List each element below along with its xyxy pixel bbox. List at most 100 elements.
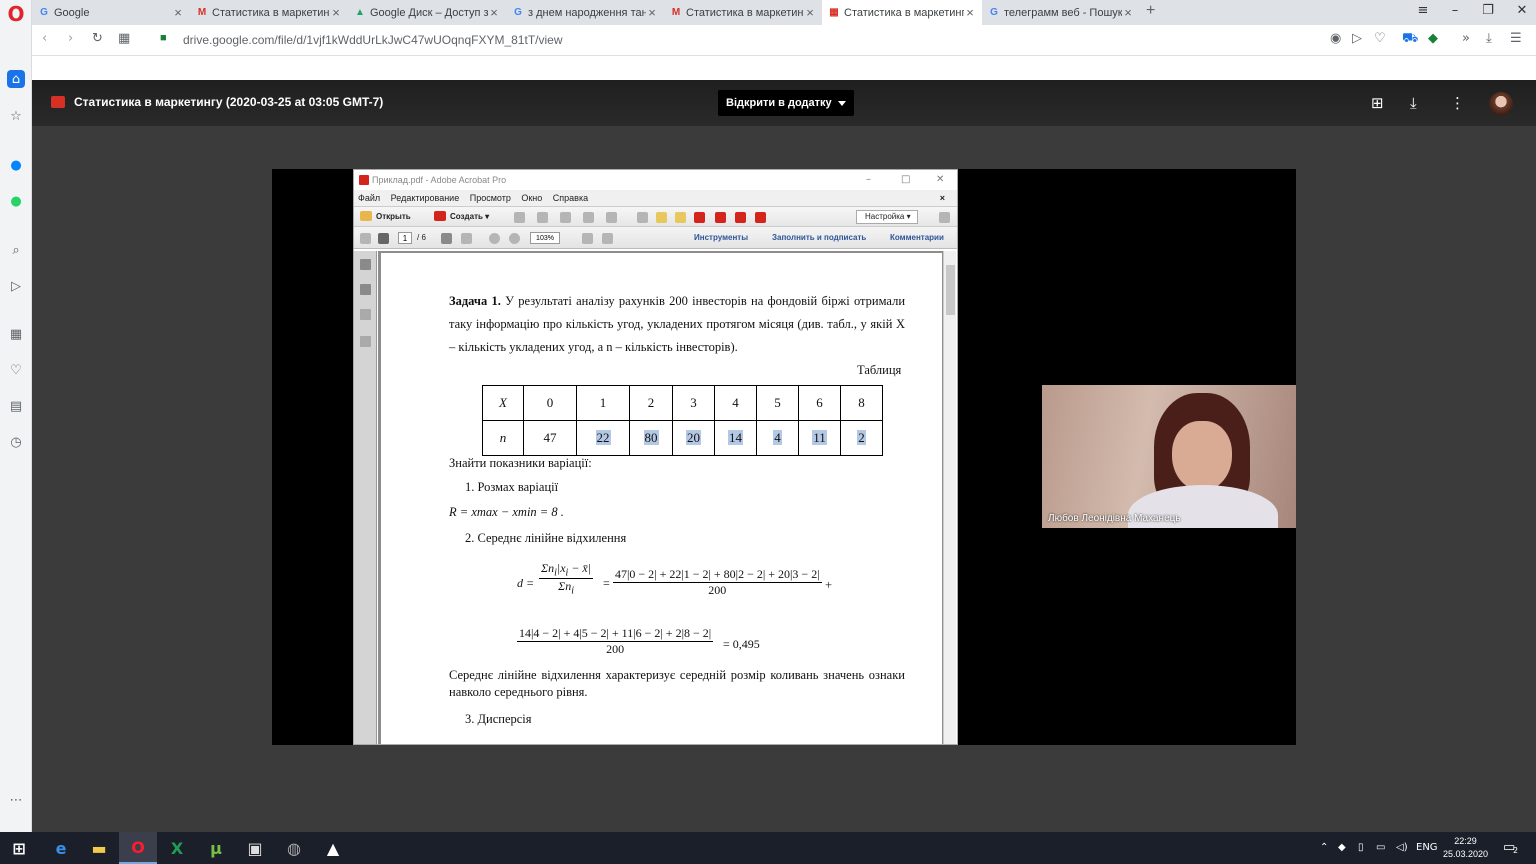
restore-button[interactable]: ❐ [1478,3,1498,18]
pages-icon[interactable] [360,259,371,270]
battery-icon[interactable]: ▯ [1358,842,1364,853]
edit-icon[interactable] [583,212,594,223]
cart-icon[interactable]: ⛟ [1402,31,1418,48]
close-icon[interactable]: × [964,5,976,20]
home-icon[interactable]: ⌂ [7,70,25,88]
start-icon[interactable]: ⊞ [0,832,38,864]
hand-tool-icon[interactable] [461,233,472,244]
history-icon[interactable]: ◷ [7,433,25,451]
menu-help[interactable]: Справка [553,193,588,203]
close-window-button[interactable]: ✕ [1512,3,1532,18]
app-icon[interactable]: ◍ [275,832,313,864]
network-icon[interactable]: ▭ [1376,842,1385,853]
menu-view[interactable]: Просмотр [470,193,511,203]
tray-chevron-icon[interactable]: ⌃ [1320,842,1328,853]
tab-google-2[interactable]: G з днем народження танц × [506,0,664,25]
tab-gmail-1[interactable]: M Статистика в маркетингу × [190,0,348,25]
download-icon[interactable]: ⤓ [1410,94,1417,112]
cloud-icon[interactable] [537,212,548,223]
extension-icon[interactable]: ◆ [1428,31,1438,46]
minimize-button[interactable]: – [1445,3,1465,18]
close-icon[interactable]: × [488,5,500,20]
page-down-icon[interactable] [378,233,389,244]
close-icon[interactable]: × [646,5,658,20]
stamp-icon[interactable] [675,212,686,223]
close-doc-icon[interactable]: × [940,190,945,206]
dropbox-icon[interactable]: ◆ [1338,842,1346,853]
apps-icon[interactable]: ▦ [7,325,25,343]
expand-icon[interactable] [939,212,950,223]
create-button[interactable]: Создать ▾ [434,211,489,221]
star-icon[interactable]: ☆ [7,107,25,125]
settings-dropdown[interactable]: Настройка ▾ [856,210,918,224]
reload-icon[interactable]: ↻ [92,31,103,46]
tools-link[interactable]: Инструменты [694,233,748,242]
add-to-drive-icon[interactable]: ⊞ [1371,94,1384,112]
more-icon[interactable]: ⋯ [7,791,25,809]
minimize-icon[interactable]: – [866,170,871,190]
menu-icon[interactable]: ☰ [1510,31,1522,46]
tab-google[interactable]: G Google × [32,0,190,25]
video-frame[interactable]: Приклад.pdf - Adobe Acrobat Pro – □ ✕ Фа… [272,169,1296,745]
menu-edit[interactable]: Редактирование [391,193,460,203]
whatsapp-icon[interactable]: ● [7,192,25,210]
page-number-input[interactable]: 1 [398,232,412,244]
send-icon[interactable]: ▷ [1352,31,1362,46]
page-up-icon[interactable] [360,233,371,244]
video-editor-icon[interactable]: ▣ [236,832,274,864]
camera-icon[interactable]: ◉ [1330,31,1341,46]
chevron-more-icon[interactable]: » [1462,31,1470,46]
bookmark-icon[interactable] [360,284,371,295]
messenger-icon[interactable]: ● [7,156,25,174]
close-icon[interactable]: × [330,5,342,20]
signature-icon[interactable] [360,309,371,320]
open-with-button[interactable]: Відкрити в додатку [718,90,854,116]
maximize-icon[interactable]: □ [901,170,910,190]
photos-icon[interactable]: ▲ [314,832,352,864]
gear-icon[interactable] [637,212,648,223]
comment-icon[interactable] [656,212,667,223]
tab-telegram-search[interactable]: G телеграмм веб - Пошук G × [982,0,1140,25]
menu-window[interactable]: Окно [521,193,542,203]
close-icon[interactable]: × [1122,5,1134,20]
edge-icon[interactable]: e [42,832,80,864]
scrollbar-thumb[interactable] [946,265,955,315]
tab-gmail-2[interactable]: M Статистика в маркетингу × [664,0,822,25]
fit-width-icon[interactable] [602,233,613,244]
utorrent-icon[interactable]: µ [197,832,235,864]
close-icon[interactable]: ✕ [936,170,944,190]
avatar[interactable] [1489,92,1513,116]
open-button[interactable]: Открыть [360,211,411,221]
send-icon[interactable]: ▷ [7,277,25,295]
news-icon[interactable]: ▤ [7,397,25,415]
menu-file[interactable]: Файл [358,193,380,203]
comments-link[interactable]: Комментарии [890,233,944,242]
excel-icon[interactable]: X [158,832,196,864]
language-indicator[interactable]: ENG [1416,842,1438,853]
fit-page-icon[interactable] [582,233,593,244]
opera-logo-icon[interactable]: O [6,4,26,24]
select-tool-icon[interactable] [441,233,452,244]
mail-icon[interactable] [606,212,617,223]
zoom-out-icon[interactable] [489,233,500,244]
pdf-export-icon[interactable] [715,212,726,223]
close-icon[interactable]: × [172,5,184,20]
forward-icon[interactable]: › [68,31,73,46]
close-icon[interactable]: × [804,5,816,20]
attachments-icon[interactable] [360,336,371,347]
opera-icon[interactable]: O [119,832,157,864]
new-tab-button[interactable]: + [1146,2,1155,20]
search-icon[interactable]: ⌕ [7,241,25,259]
more-options-icon[interactable]: ⋮ [1450,94,1465,112]
clock[interactable]: 22:29 25.03.2020 [1443,835,1488,861]
url-field[interactable]: drive.google.com/file/d/1vjf1kWddUrLkJwC… [183,33,562,47]
zoom-select[interactable]: 103% [530,232,560,244]
pdf-tool-icon[interactable] [694,212,705,223]
scrollbar[interactable] [943,251,956,744]
tab-menu-icon[interactable]: ≡ [1413,3,1433,18]
speed-dial-icon[interactable]: ▦ [118,31,130,46]
download-icon[interactable]: ⤓ [1486,31,1492,46]
heart-icon[interactable]: ♡ [7,361,25,379]
print-icon[interactable] [560,212,571,223]
fill-sign-link[interactable]: Заполнить и подписать [772,233,866,242]
